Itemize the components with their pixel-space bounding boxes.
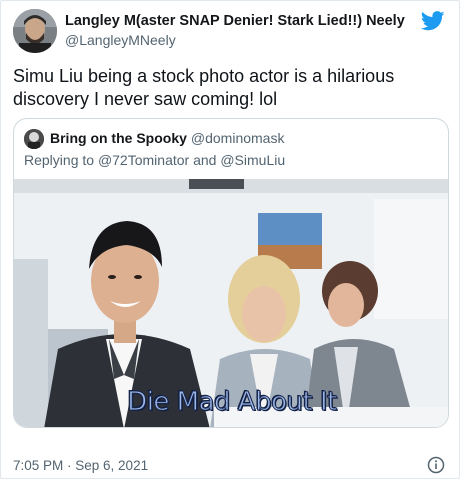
author-handle[interactable]: @LangleyMNeely bbox=[65, 32, 176, 48]
image-caption: Die Mad About It bbox=[127, 387, 338, 418]
reply-prefix: Replying to bbox=[24, 152, 95, 168]
quoted-tweet[interactable]: Bring on the Spooky @dominomask Replying … bbox=[13, 118, 449, 428]
quoted-image[interactable]: Die Mad About It bbox=[14, 179, 448, 427]
tweet-text: Simu Liu being a stock photo actor is a … bbox=[13, 66, 395, 109]
tweet-timestamp[interactable]: 7:05 PM · Sep 6, 2021 bbox=[13, 458, 148, 473]
quoted-avatar[interactable] bbox=[24, 129, 44, 149]
twitter-bird-icon[interactable] bbox=[421, 11, 445, 31]
author-avatar[interactable] bbox=[13, 9, 57, 53]
info-icon[interactable] bbox=[427, 456, 445, 474]
quoted-author-name[interactable]: Bring on the Spooky bbox=[50, 130, 187, 146]
quoted-author-handle[interactable]: @dominomask bbox=[191, 130, 285, 146]
author-name[interactable]: Langley M(aster SNAP Denier! Stark Lied!… bbox=[65, 13, 405, 29]
reply-mention-1[interactable]: @72Tominator bbox=[98, 152, 189, 168]
tweet-card: Langley M(aster SNAP Denier! Stark Lied!… bbox=[0, 0, 460, 479]
quoted-author[interactable]: Bring on the Spooky @dominomask bbox=[50, 130, 284, 146]
reply-mention-2[interactable]: @SimuLiu bbox=[220, 152, 285, 168]
reply-and: and bbox=[193, 152, 217, 168]
quoted-reply-line: Replying to @72Tominator and @SimuLiu bbox=[24, 152, 285, 168]
